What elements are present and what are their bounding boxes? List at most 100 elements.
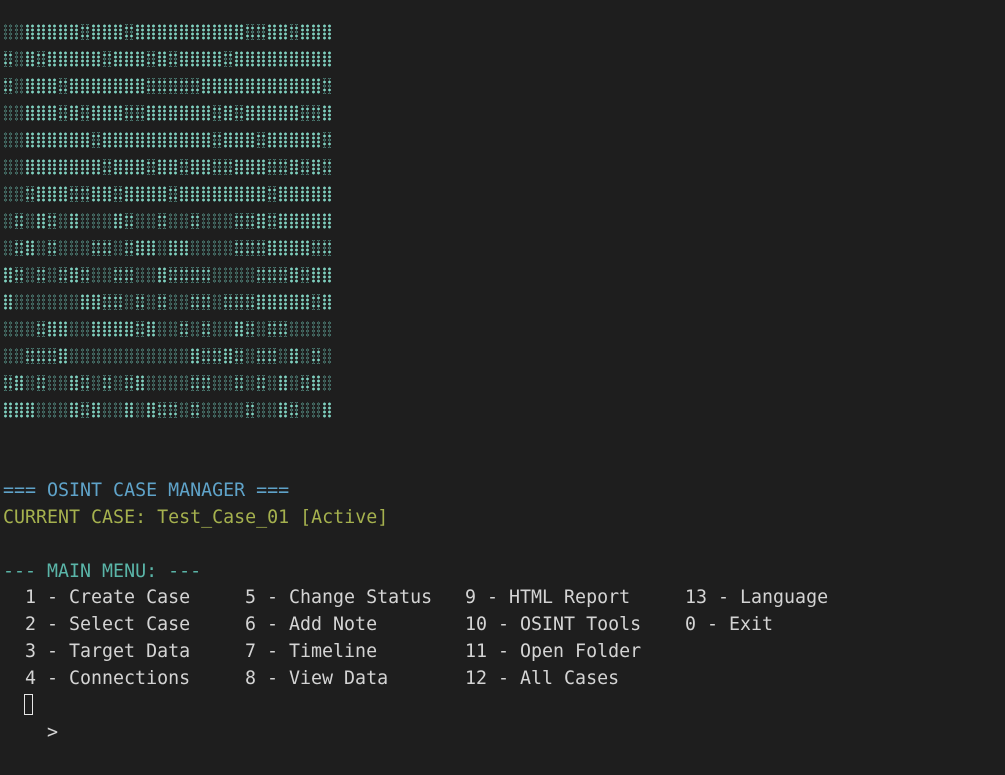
braille-glyph	[113, 402, 123, 418]
braille-glyph	[3, 78, 13, 94]
banner-row	[3, 130, 333, 150]
menu-item-create-case[interactable]: 1 - Create Case	[25, 584, 190, 611]
braille-glyph	[311, 213, 321, 229]
braille-glyph	[124, 105, 134, 121]
braille-glyph	[223, 294, 233, 310]
menu-item-view-data[interactable]: 8 - View Data	[245, 665, 388, 692]
menu-item-exit[interactable]: 0 - Exit	[685, 611, 773, 638]
braille-glyph	[212, 402, 222, 418]
braille-glyph	[212, 51, 222, 67]
braille-glyph	[36, 105, 46, 121]
braille-glyph	[289, 375, 299, 391]
braille-glyph	[322, 24, 332, 40]
braille-glyph	[47, 51, 57, 67]
braille-glyph	[69, 294, 79, 310]
braille-glyph	[58, 402, 68, 418]
braille-glyph	[300, 294, 310, 310]
menu-item-select-case[interactable]: 2 - Select Case	[25, 611, 190, 638]
braille-glyph	[69, 321, 79, 337]
braille-glyph	[80, 321, 90, 337]
braille-glyph	[91, 51, 101, 67]
braille-glyph	[80, 375, 90, 391]
braille-glyph	[179, 348, 189, 364]
braille-glyph	[289, 240, 299, 256]
banner-row	[3, 319, 333, 339]
braille-glyph	[322, 294, 332, 310]
menu-item-change-status[interactable]: 5 - Change Status	[245, 584, 432, 611]
terminal-window[interactable]: === OSINT CASE MANAGER === CURRENT CASE:…	[3, 0, 1003, 775]
braille-glyph	[256, 267, 266, 283]
braille-glyph	[256, 402, 266, 418]
menu-item-timeline[interactable]: 7 - Timeline	[245, 638, 377, 665]
braille-glyph	[91, 375, 101, 391]
braille-glyph	[234, 51, 244, 67]
braille-glyph	[3, 24, 13, 40]
braille-ascii-art-banner	[3, 22, 333, 422]
braille-glyph	[289, 213, 299, 229]
braille-glyph	[47, 78, 57, 94]
menu-item-open-folder[interactable]: 11 - Open Folder	[465, 638, 641, 665]
braille-glyph	[58, 267, 68, 283]
braille-glyph	[69, 213, 79, 229]
braille-glyph	[3, 348, 13, 364]
braille-glyph	[157, 240, 167, 256]
braille-glyph	[256, 240, 266, 256]
braille-glyph	[58, 105, 68, 121]
braille-glyph	[223, 267, 233, 283]
braille-glyph	[36, 132, 46, 148]
braille-glyph	[113, 105, 123, 121]
braille-glyph	[256, 24, 266, 40]
braille-glyph	[91, 105, 101, 121]
app-title: === OSINT CASE MANAGER ===	[3, 480, 290, 501]
braille-glyph	[190, 240, 200, 256]
braille-glyph	[102, 321, 112, 337]
braille-glyph	[124, 240, 134, 256]
braille-glyph	[201, 105, 211, 121]
braille-glyph	[322, 267, 332, 283]
braille-glyph	[278, 267, 288, 283]
menu-item-add-note[interactable]: 6 - Add Note	[245, 611, 377, 638]
braille-glyph	[135, 132, 145, 148]
braille-glyph	[267, 240, 277, 256]
braille-glyph	[234, 294, 244, 310]
menu-item-html-report[interactable]: 9 - HTML Report	[465, 584, 630, 611]
braille-glyph	[267, 105, 277, 121]
input-cursor[interactable]	[24, 694, 33, 715]
braille-glyph	[300, 348, 310, 364]
braille-glyph	[58, 294, 68, 310]
braille-glyph	[300, 375, 310, 391]
braille-glyph	[322, 159, 332, 175]
braille-glyph	[179, 186, 189, 202]
banner-row	[3, 49, 333, 69]
braille-glyph	[245, 24, 255, 40]
menu-item-language[interactable]: 13 - Language	[685, 584, 828, 611]
menu-item-connections[interactable]: 4 - Connections	[25, 665, 190, 692]
braille-glyph	[47, 186, 57, 202]
menu-item-all-cases[interactable]: 12 - All Cases	[465, 665, 619, 692]
braille-glyph	[58, 213, 68, 229]
braille-glyph	[58, 132, 68, 148]
braille-glyph	[278, 132, 288, 148]
menu-item-target-data[interactable]: 3 - Target Data	[25, 638, 190, 665]
braille-glyph	[47, 105, 57, 121]
braille-glyph	[14, 24, 24, 40]
braille-glyph	[14, 267, 24, 283]
braille-glyph	[14, 294, 24, 310]
braille-glyph	[69, 375, 79, 391]
braille-glyph	[190, 267, 200, 283]
braille-glyph	[36, 186, 46, 202]
braille-glyph	[102, 105, 112, 121]
menu-item-osint-tools[interactable]: 10 - OSINT Tools	[465, 611, 641, 638]
braille-glyph	[14, 321, 24, 337]
braille-glyph	[102, 402, 112, 418]
braille-glyph	[80, 294, 90, 310]
braille-glyph	[322, 402, 332, 418]
braille-glyph	[80, 132, 90, 148]
braille-glyph	[201, 186, 211, 202]
braille-glyph	[135, 375, 145, 391]
braille-glyph	[179, 78, 189, 94]
braille-glyph	[223, 348, 233, 364]
braille-glyph	[146, 159, 156, 175]
braille-glyph	[146, 24, 156, 40]
braille-glyph	[25, 375, 35, 391]
